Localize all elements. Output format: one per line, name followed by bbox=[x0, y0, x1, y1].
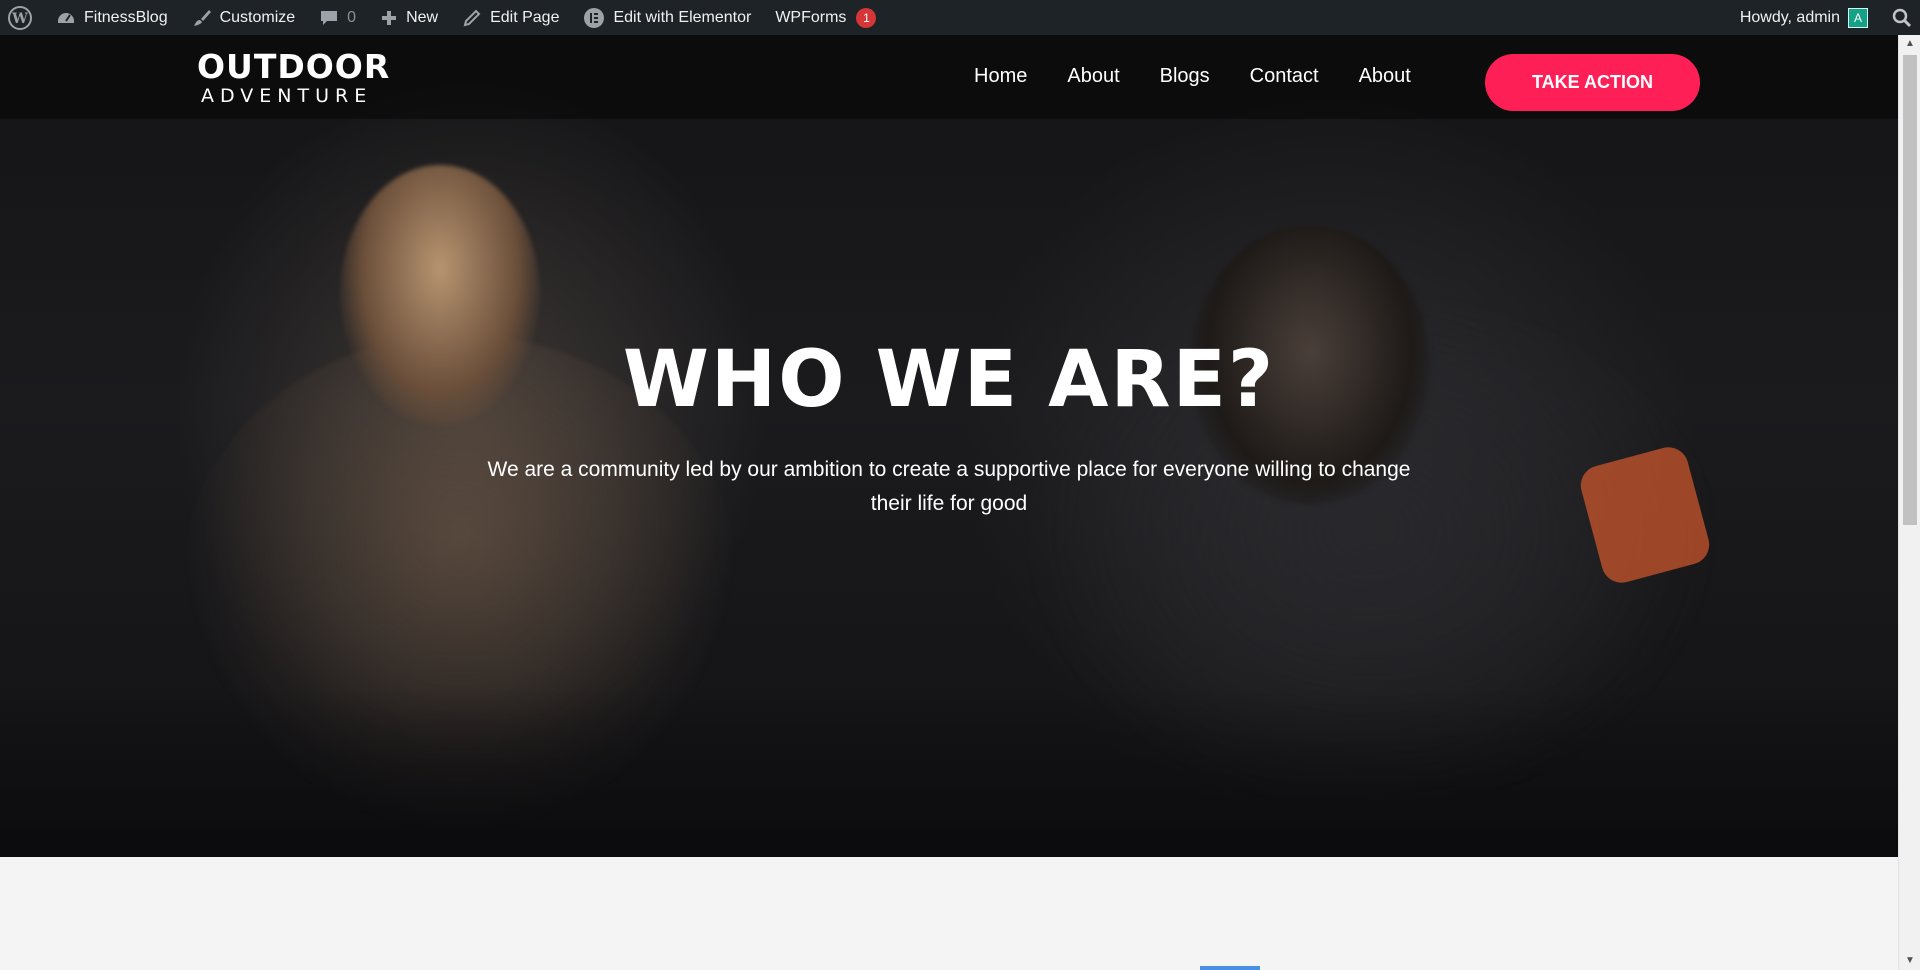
comments-menu[interactable]: 0 bbox=[307, 0, 368, 35]
edit-page-menu[interactable]: Edit Page bbox=[450, 0, 571, 35]
pencil-icon bbox=[462, 8, 482, 28]
plus-icon bbox=[380, 9, 398, 27]
logo-line-2: ADVENTURE bbox=[201, 85, 373, 107]
customize-label: Customize bbox=[219, 8, 296, 26]
my-account-menu[interactable]: Howdy, admin A bbox=[1728, 0, 1880, 35]
new-content-menu[interactable]: New bbox=[368, 0, 450, 35]
edit-elementor-menu[interactable]: Edit with Elementor bbox=[571, 0, 763, 35]
main-navigation: Home About Blogs Contact About bbox=[974, 61, 1411, 91]
site-name-label: FitnessBlog bbox=[84, 8, 168, 26]
scroll-indicator bbox=[1200, 966, 1260, 970]
wordpress-icon: W bbox=[8, 5, 32, 30]
scrollbar-thumb[interactable] bbox=[1903, 55, 1917, 525]
howdy-label: Howdy, admin bbox=[1739, 8, 1840, 26]
search-icon bbox=[1892, 8, 1912, 28]
dashboard-icon bbox=[56, 8, 76, 28]
hero-section: OUTDOOR ADVENTURE Home About Blogs Conta… bbox=[0, 35, 1898, 857]
page-viewport: OUTDOOR ADVENTURE Home About Blogs Conta… bbox=[0, 35, 1898, 970]
hero-title: WHO WE ARE? bbox=[622, 335, 1276, 425]
wpforms-notification-badge: 1 bbox=[856, 7, 877, 28]
take-action-button[interactable]: TAKE ACTION bbox=[1485, 54, 1700, 111]
avatar: A bbox=[1848, 7, 1868, 28]
scroll-down-arrow-icon[interactable]: ▼ bbox=[1904, 955, 1916, 967]
nav-item-about[interactable]: About bbox=[1067, 61, 1119, 91]
hero-background-floor bbox=[0, 687, 1898, 857]
nav-item-blogs[interactable]: Blogs bbox=[1160, 61, 1210, 91]
wpforms-label: WPForms bbox=[775, 8, 847, 26]
new-label: New bbox=[406, 8, 439, 26]
logo-line-1: OUTDOOR bbox=[197, 47, 391, 86]
paintbrush-icon bbox=[192, 8, 212, 28]
svg-text:W: W bbox=[11, 11, 28, 27]
wpforms-menu[interactable]: WPForms 1 bbox=[763, 0, 888, 35]
nav-item-home[interactable]: Home bbox=[974, 61, 1027, 91]
edit-page-label: Edit Page bbox=[490, 8, 560, 26]
scroll-up-arrow-icon[interactable]: ▲ bbox=[1904, 38, 1916, 50]
hero-subtitle: We are a community led by our ambition t… bbox=[487, 458, 1411, 515]
site-logo[interactable]: OUTDOOR ADVENTURE bbox=[197, 47, 391, 108]
elementor-icon bbox=[583, 7, 605, 29]
site-header: OUTDOOR ADVENTURE Home About Blogs Conta… bbox=[0, 35, 1898, 119]
nav-item-contact[interactable]: Contact bbox=[1250, 61, 1319, 91]
vertical-scrollbar[interactable]: ▲ ▼ bbox=[1898, 35, 1920, 970]
wordpress-logo-menu[interactable]: W bbox=[0, 0, 44, 35]
nav-item-about-2[interactable]: About bbox=[1359, 61, 1411, 91]
edit-elementor-label: Edit with Elementor bbox=[613, 8, 752, 26]
comments-count: 0 bbox=[347, 8, 357, 26]
comment-bubble-icon bbox=[319, 8, 339, 28]
customize-menu[interactable]: Customize bbox=[180, 0, 308, 35]
site-name-menu[interactable]: FitnessBlog bbox=[44, 0, 180, 35]
search-menu[interactable] bbox=[1880, 0, 1920, 35]
wp-admin-bar: W FitnessBlog Customize 0 New Edit Page bbox=[0, 0, 1920, 35]
